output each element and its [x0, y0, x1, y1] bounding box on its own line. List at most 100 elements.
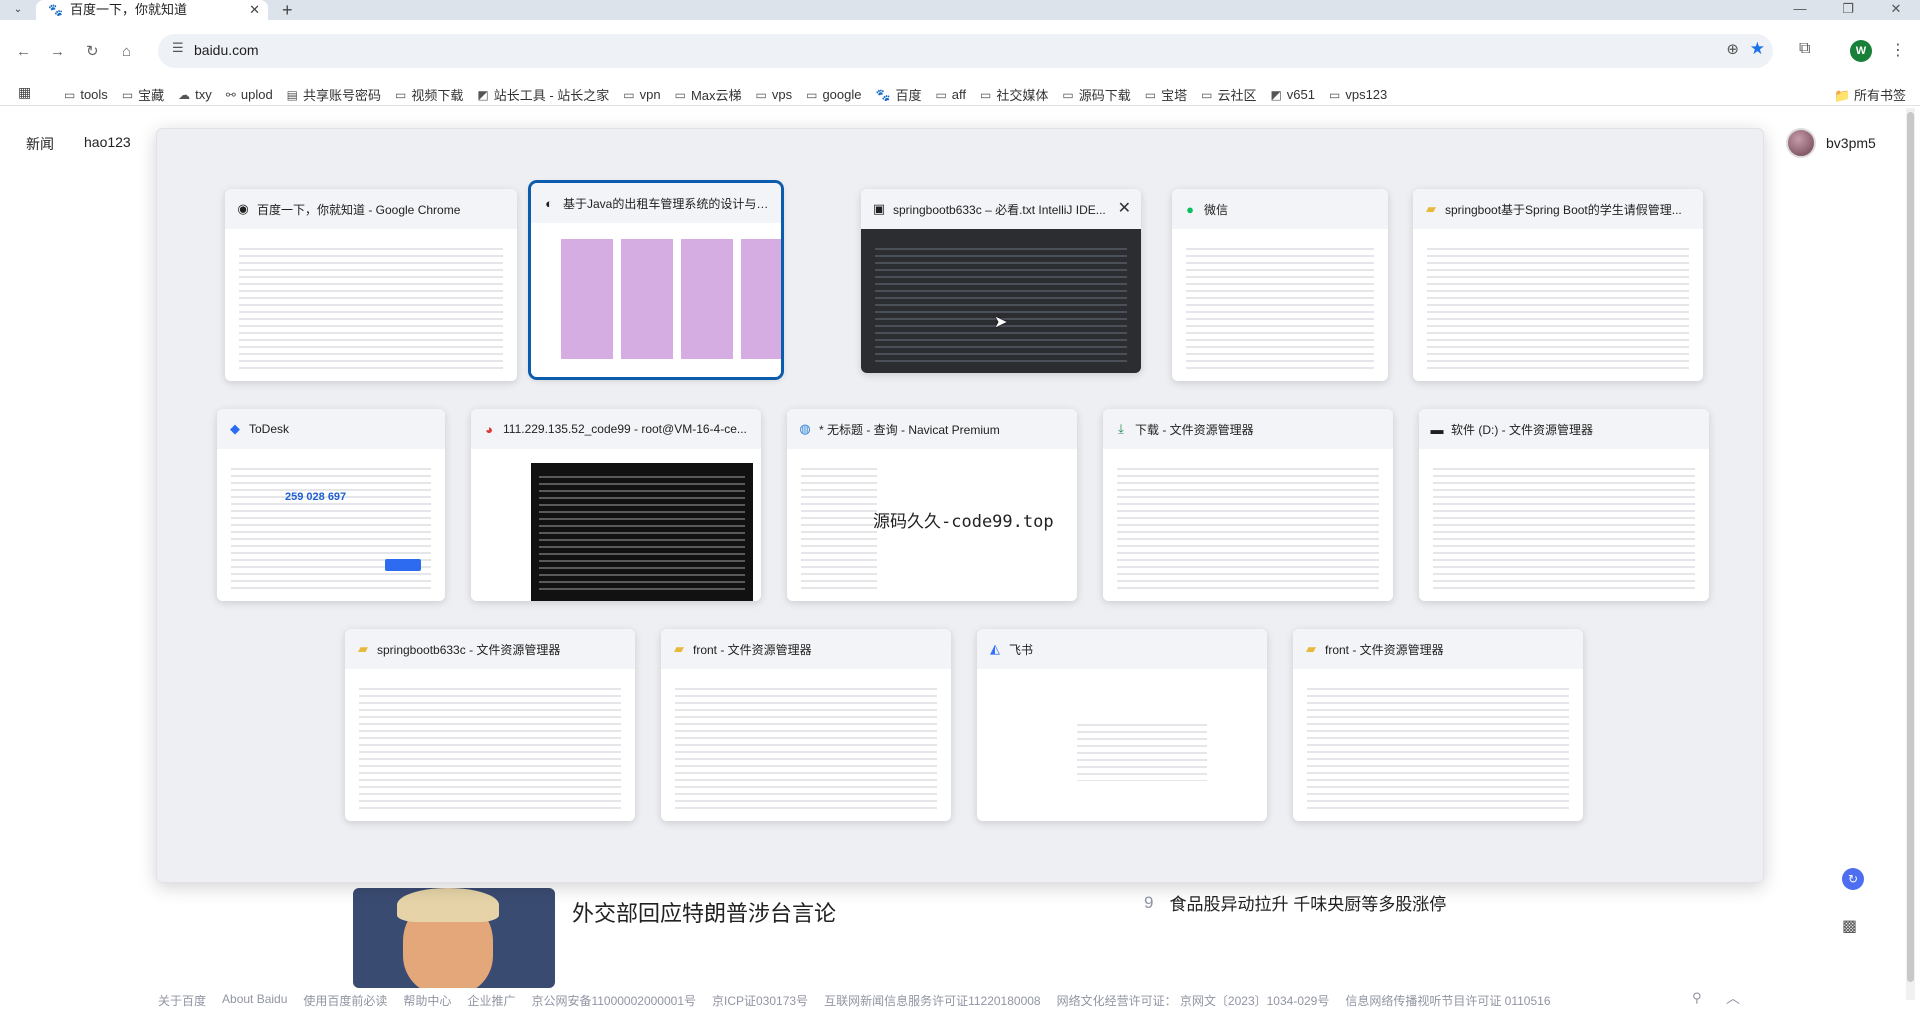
zoom-icon[interactable]: ⊕ — [1726, 40, 1739, 58]
window-explorer-drive-d[interactable]: ▬ 软件 (D:) - 文件资源管理器 — [1419, 409, 1709, 601]
collapse-up-icon[interactable]: ︿ — [1726, 988, 1740, 1008]
qrcode-icon[interactable]: ▩ — [1842, 916, 1857, 936]
hot-search-item[interactable]: 9 食品股异动拉升 千味央厨等多股涨停 — [1144, 890, 1446, 915]
window-todesk[interactable]: ◆ ToDesk 259 028 697 — [217, 409, 445, 601]
bookmark-star-icon[interactable]: ★ — [1750, 39, 1765, 59]
news-headline[interactable]: 外交部回应特朗普涉台言论 — [572, 896, 836, 928]
footer-link[interactable]: 京公网安备11000002000001号 — [531, 992, 696, 1009]
drive-icon: ▬ — [1430, 421, 1444, 437]
bookmark-item[interactable]: ▭ 云社区 — [1201, 85, 1256, 104]
close-window-preview-icon[interactable]: ✕ — [1118, 198, 1131, 218]
bookmark-item[interactable]: ▤ 共享账号密码 — [287, 85, 381, 104]
bookmark-item[interactable]: ▭ 社交媒体 — [980, 85, 1048, 104]
refresh-tool-icon[interactable]: ↻ — [1842, 868, 1864, 890]
tab-search-icon[interactable]: ⌄ — [8, 2, 28, 18]
bookmark-item[interactable]: ⚯ uplod — [226, 85, 273, 104]
bookmark-item[interactable]: ▭ 宝塔 — [1145, 85, 1187, 104]
bookmark-item[interactable]: ▭ vpn — [623, 85, 660, 104]
scrollbar-thumb[interactable] — [1907, 112, 1914, 982]
terminal-lines — [539, 471, 745, 591]
footer-link[interactable]: 企业推广 — [467, 992, 515, 1009]
bookmark-item[interactable]: ▭ 宝藏 — [122, 85, 164, 104]
footer-link[interactable]: 互联网新闻信息服务许可证11220180008 — [824, 992, 1041, 1009]
nav-hao123[interactable]: hao123 — [84, 134, 131, 154]
footer-link[interactable]: 京ICP证030173号 — [712, 992, 808, 1009]
bookmark-item[interactable]: ▭ aff — [935, 85, 966, 104]
back-icon[interactable]: ← — [16, 42, 31, 62]
menu-icon[interactable]: ⋮ — [1890, 40, 1906, 60]
bookmark-item[interactable]: ◩ 站长工具 - 站长之家 — [477, 85, 609, 104]
tab-baidu[interactable]: 🐾 百度一下，你就知道 ✕ — [36, 0, 268, 20]
bookmark-item[interactable]: ▭ vps123 — [1329, 85, 1387, 104]
window-chrome[interactable]: ◉ 百度一下，你就知道 - Google Chrome — [225, 189, 517, 381]
window-wechat[interactable]: ● 微信 — [1172, 189, 1388, 381]
window-explorer-springboot[interactable]: ▰ springboot基于Spring Boot的学生请假管理... — [1413, 189, 1703, 381]
edge-icon: ◐ — [545, 195, 553, 211]
window-explorer-downloads[interactable]: ⤓ 下载 - 文件资源管理器 — [1103, 409, 1393, 601]
window-title: 百度一下，你就知道 - Google Chrome — [257, 202, 461, 217]
window-preview — [1427, 243, 1689, 371]
profile-avatar[interactable]: W — [1850, 40, 1872, 62]
bookmark-item[interactable]: ▭ tools — [64, 85, 108, 104]
window-title: springboot基于Spring Boot的学生请假管理... — [1445, 202, 1682, 217]
news-image[interactable] — [353, 888, 555, 988]
address-bar[interactable]: ☰ baidu.com ⊕ ★ — [158, 34, 1773, 68]
minimize-icon[interactable]: — — [1776, 0, 1824, 20]
bookmark-item[interactable]: ◩ v651 — [1270, 85, 1315, 104]
bookmark-item[interactable]: ▭ google — [806, 85, 861, 104]
apps-grid-icon[interactable]: ▦ — [18, 84, 31, 101]
all-bookmarks[interactable]: 📁 所有书签 — [1834, 85, 1906, 104]
bookmark-item[interactable]: ▭ 源码下载 — [1062, 85, 1130, 104]
window-terminal[interactable]: ◕ 111.229.135.52_code99 - root@VM-16-4-ce… — [471, 409, 761, 601]
folder-icon: ▭ — [395, 87, 407, 102]
bookmark-label: aff — [951, 87, 967, 102]
window-navicat[interactable]: ◍ * 无标题 - 查询 - Navicat Premium 源码久久-code9… — [787, 409, 1077, 601]
bookmark-item[interactable]: ▭ 视频下载 — [395, 85, 463, 104]
folder-icon: ▭ — [755, 87, 767, 102]
close-window-icon[interactable]: ✕ — [1872, 0, 1920, 20]
hot-rank: 9 — [1144, 892, 1154, 912]
username[interactable]: bv3pm5 — [1826, 135, 1876, 151]
bookmark-item[interactable]: 🐾 百度 — [875, 85, 921, 104]
folder-icon: ▰ — [1306, 641, 1316, 656]
window-feishu[interactable]: ◭ 飞书 — [977, 629, 1267, 821]
bookmark-label: v651 — [1286, 87, 1315, 102]
window-title: 微信 — [1204, 202, 1229, 217]
nav-news[interactable]: 新闻 — [26, 134, 54, 154]
window-explorer-springbootb633c[interactable]: ▰ springbootb633c - 文件资源管理器 — [345, 629, 635, 821]
bookmark-label: 社交媒体 — [996, 88, 1049, 103]
window-explorer-front-2[interactable]: ▰ front - 文件资源管理器 — [1293, 629, 1583, 821]
footer-link[interactable]: 帮助中心 — [403, 992, 451, 1009]
link-icon: ⚯ — [225, 87, 236, 102]
footer-link[interactable]: About Baidu — [222, 992, 287, 1009]
all-bookmarks-label: 所有书签 — [1853, 88, 1906, 103]
new-tab-icon[interactable]: + — [282, 0, 293, 20]
home-icon[interactable]: ⌂ — [122, 42, 131, 62]
bookmark-item[interactable]: ▭ vps — [756, 85, 793, 104]
footer-link[interactable]: 使用百度前必读 — [303, 992, 387, 1009]
window-explorer-front-1[interactable]: ▰ front - 文件资源管理器 — [661, 629, 951, 821]
window-preview — [231, 463, 431, 591]
baidu-footer: 关于百度 About Baidu 使用百度前必读 帮助中心 企业推广 京公网安备11000… — [158, 992, 1567, 1009]
site-info-icon[interactable]: ☰ — [172, 40, 184, 56]
window-controls: — ❐ ✕ — [1776, 0, 1920, 20]
window-title: front - 文件资源管理器 — [1325, 642, 1444, 657]
forward-icon[interactable]: → — [50, 42, 65, 62]
baidu-user[interactable]: bv3pm5 — [1786, 128, 1876, 158]
baidu-icon: 🐾 — [875, 87, 891, 102]
tab-close-icon[interactable]: ✕ — [249, 2, 260, 18]
footer-link[interactable]: 信息网络传播视听节目许可证 0110516 — [1345, 992, 1550, 1009]
avatar[interactable] — [1786, 128, 1816, 158]
extensions-icon[interactable]: ⧉ — [1799, 40, 1810, 58]
window-preview — [675, 683, 937, 811]
restore-icon[interactable]: ❐ — [1824, 0, 1872, 20]
window-edge[interactable]: ◐ 基于Java的出租车管理系统的设计与实现 - ... — [531, 183, 781, 377]
bookmark-label: txy — [195, 87, 212, 102]
reload-icon[interactable]: ↻ — [86, 42, 99, 62]
bookmark-item[interactable]: ▭ Max云梯 — [675, 85, 742, 104]
window-intellij[interactable]: ▣ springbootb633c – 必看.txt IntelliJ IDE..… — [861, 189, 1141, 373]
footer-link[interactable]: 网络文化经营许可证： 京网文〔2023〕1034-029号 — [1057, 992, 1330, 1009]
bookmark-item[interactable]: ☁ txy — [178, 85, 212, 104]
folder-icon: ▭ — [1201, 87, 1213, 102]
footer-link[interactable]: 关于百度 — [158, 992, 206, 1009]
